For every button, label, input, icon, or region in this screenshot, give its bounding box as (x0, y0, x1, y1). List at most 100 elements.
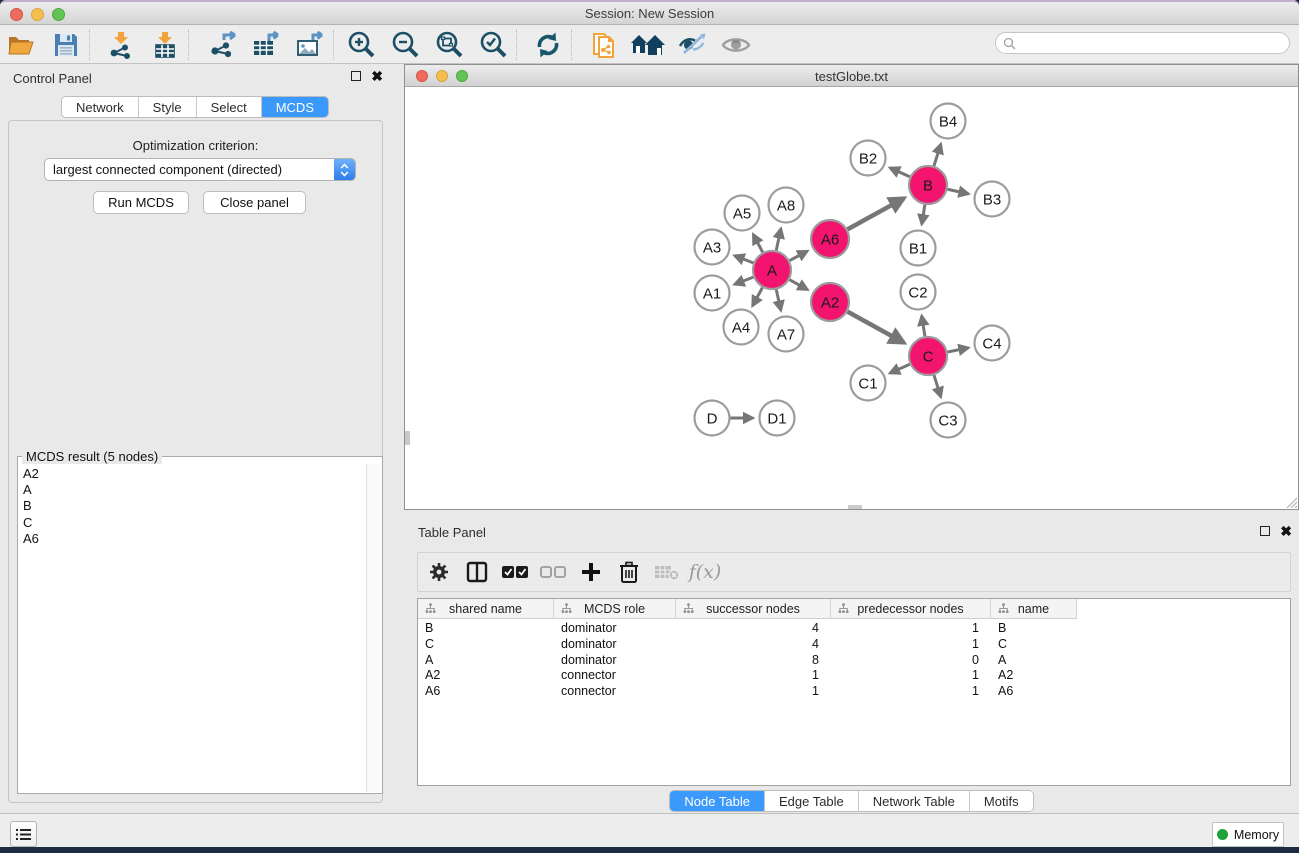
result-item[interactable]: A2 (23, 466, 362, 482)
import-network-button[interactable] (99, 28, 143, 62)
export-network-button[interactable] (200, 28, 244, 62)
graph-node-A[interactable]: A (753, 251, 791, 289)
table-close-panel-icon[interactable]: ✖ (1280, 525, 1292, 537)
edge-C-C2[interactable] (922, 316, 925, 336)
graph-node-A3[interactable]: A3 (695, 230, 730, 265)
edge-A-A6[interactable] (790, 251, 808, 261)
network-canvas[interactable]: B4B2BB3A5A8A6A3B1AA1C2A2A4A7C4CC1DD1C3 (405, 88, 1298, 509)
mcds-result-list[interactable]: A2ABCA6 (19, 464, 366, 792)
edge-C-C4[interactable] (948, 348, 969, 352)
graph-node-B1[interactable]: B1 (901, 231, 936, 266)
tab-network-table[interactable]: Network Table (859, 791, 970, 811)
graph-node-A5[interactable]: A5 (725, 196, 760, 231)
delete-table-button[interactable] (648, 555, 686, 589)
column-header-MCDS-role[interactable]: MCDS role (554, 599, 676, 619)
edge-A-A3[interactable] (735, 256, 754, 263)
edge-A-A4[interactable] (753, 288, 763, 306)
deselect-all-button[interactable] (534, 555, 572, 589)
result-scrollbar[interactable] (366, 464, 381, 792)
delete-column-button[interactable] (610, 555, 648, 589)
zoom-in-button[interactable] (339, 28, 383, 62)
edge-C-C1[interactable] (890, 364, 910, 373)
run-mcds-button[interactable]: Run MCDS (93, 191, 189, 214)
search-input[interactable] (995, 32, 1290, 54)
show-details-button[interactable] (714, 28, 758, 62)
tab-motifs[interactable]: Motifs (970, 791, 1033, 811)
graph-node-C2[interactable]: C2 (901, 275, 936, 310)
graph-node-C[interactable]: C (909, 337, 947, 375)
vertical-scroll-indicator[interactable] (405, 431, 410, 445)
export-table-button[interactable] (244, 28, 288, 62)
graph-node-C4[interactable]: C4 (975, 326, 1010, 361)
graph-node-A6[interactable]: A6 (811, 220, 849, 258)
split-view-button[interactable] (458, 555, 496, 589)
export-image-button[interactable] (288, 28, 332, 62)
graph-node-C3[interactable]: C3 (931, 403, 966, 438)
result-item[interactable]: A (23, 482, 362, 498)
edge-A2-C[interactable] (848, 312, 904, 343)
zoom-out-button[interactable] (383, 28, 427, 62)
edge-A-A1[interactable] (735, 277, 754, 284)
edge-C-C3[interactable] (934, 375, 941, 397)
graph-node-A1[interactable]: A1 (695, 276, 730, 311)
graph-node-B2[interactable]: B2 (851, 141, 886, 176)
tab-style[interactable]: Style (139, 97, 197, 117)
network-window-titlebar[interactable]: testGlobe.txt (405, 65, 1298, 87)
graph-node-D1[interactable]: D1 (760, 401, 795, 436)
graph-node-A7[interactable]: A7 (769, 317, 804, 352)
graph-node-B[interactable]: B (909, 166, 947, 204)
tab-edge-table[interactable]: Edge Table (765, 791, 859, 811)
edge-A-A5[interactable] (753, 234, 762, 252)
graph-node-B4[interactable]: B4 (931, 104, 966, 139)
function-builder-button[interactable]: f(x) (686, 555, 724, 589)
result-item[interactable]: C (23, 515, 362, 531)
column-header-shared-name[interactable]: shared name (418, 599, 554, 619)
tab-node-table[interactable]: Node Table (670, 791, 765, 811)
hide-details-button[interactable] (670, 28, 714, 62)
refresh-button[interactable] (526, 28, 570, 62)
graph-node-D[interactable]: D (695, 401, 730, 436)
settings-gear-button[interactable] (420, 555, 458, 589)
horizontal-scroll-indicator[interactable] (848, 505, 862, 509)
tab-network[interactable]: Network (62, 97, 139, 117)
graph-node-A2[interactable]: A2 (811, 283, 849, 321)
graph-node-A4[interactable]: A4 (724, 310, 759, 345)
edge-A-A2[interactable] (790, 280, 808, 290)
float-panel-icon[interactable] (351, 71, 361, 81)
edge-B-B2[interactable] (890, 168, 910, 177)
add-column-button[interactable] (572, 555, 610, 589)
table-row[interactable]: Adominator80A (418, 653, 1290, 669)
table-row[interactable]: Bdominator41B (418, 621, 1290, 637)
tab-mcds[interactable]: MCDS (262, 97, 328, 117)
column-header-predecessor-nodes[interactable]: predecessor nodes (831, 599, 991, 619)
close-panel-icon[interactable]: ✖ (371, 70, 383, 82)
window-titlebar[interactable]: Session: New Session (0, 2, 1299, 25)
close-panel-button[interactable]: Close panel (203, 191, 306, 214)
table-row[interactable]: A2connector11A2 (418, 668, 1290, 684)
graph-node-A8[interactable]: A8 (769, 188, 804, 223)
task-history-button[interactable] (10, 821, 37, 847)
column-header-successor-nodes[interactable]: successor nodes (676, 599, 831, 619)
column-header-name[interactable]: name (991, 599, 1077, 619)
home-button[interactable] (626, 28, 670, 62)
criterion-dropdown[interactable]: largest connected component (directed) (44, 158, 356, 181)
table-row[interactable]: A6connector11A6 (418, 684, 1290, 700)
tab-select[interactable]: Select (197, 97, 262, 117)
result-item[interactable]: B (23, 498, 362, 514)
zoom-fit-button[interactable] (427, 28, 471, 62)
graph-node-B3[interactable]: B3 (975, 182, 1010, 217)
open-file-button[interactable] (0, 28, 44, 62)
edge-B-B3[interactable] (948, 189, 969, 194)
edge-A-A8[interactable] (776, 229, 781, 251)
resize-grip-icon[interactable] (1284, 495, 1297, 508)
edge-B-B4[interactable] (934, 144, 941, 166)
edge-A6-B[interactable] (848, 198, 904, 229)
memory-button[interactable]: Memory (1212, 822, 1284, 847)
save-session-button[interactable] (44, 28, 88, 62)
edge-A-A7[interactable] (776, 290, 781, 311)
result-item[interactable]: A6 (23, 531, 362, 547)
select-all-button[interactable] (496, 555, 534, 589)
table-row[interactable]: Cdominator41C (418, 637, 1290, 653)
edge-B-B1[interactable] (922, 205, 925, 224)
clone-network-button[interactable] (582, 28, 626, 62)
